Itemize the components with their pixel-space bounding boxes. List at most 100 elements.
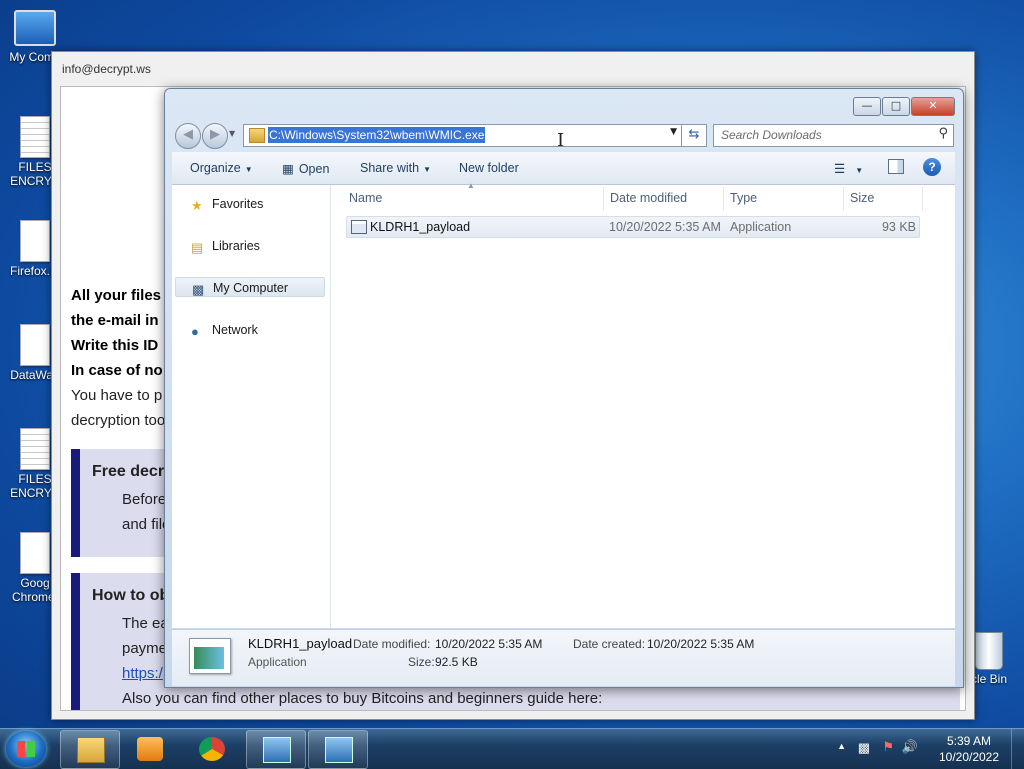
sort-indicator-icon: ▲: [467, 181, 475, 190]
maximize-button[interactable]: □: [882, 97, 910, 116]
close-button[interactable]: ✕: [911, 97, 955, 116]
taskbar-program-button-1[interactable]: [246, 730, 306, 769]
explorer-window: — □ ✕ ◀ ▶ ▼ C:\Windows\System32\wbem\WMI…: [164, 88, 964, 688]
open-button[interactable]: ▦ Open: [282, 161, 329, 176]
text-file-icon: [20, 116, 50, 158]
nav-my-computer[interactable]: ▩ My Computer: [175, 277, 325, 297]
nav-label: My Computer: [213, 281, 289, 295]
bitcoin-link[interactable]: https:/: [122, 665, 163, 682]
back-button[interactable]: ◀: [175, 123, 201, 149]
nav-label: Favorites: [212, 197, 264, 211]
application-thumbnail-icon: [189, 638, 231, 674]
volume-icon[interactable]: 🔊: [902, 739, 918, 755]
address-bar[interactable]: C:\Windows\System32\wbem\WMIC.exe ▼: [243, 124, 682, 147]
new-folder-button[interactable]: New folder: [459, 161, 519, 175]
column-divider[interactable]: [603, 187, 604, 211]
star-icon: ★: [191, 198, 203, 213]
nav-network[interactable]: ● Network: [175, 320, 325, 340]
column-header-date-modified[interactable]: Date modified: [610, 191, 687, 205]
navigation-pane: ★ Favorites ▤ Libraries ▩ My Computer ● Netw…: [172, 185, 331, 628]
address-path[interactable]: C:\Windows\System32\wbem\WMIC.exe: [268, 127, 486, 143]
command-bar: Organize ▼ ▦ Open Share with ▼ New folder ☰…: [172, 152, 955, 185]
forward-button[interactable]: ▶: [202, 123, 228, 149]
share-with-button[interactable]: Share with ▼: [360, 161, 431, 175]
search-input[interactable]: Search Downloads: [721, 128, 822, 142]
note-line: You have to p: [71, 387, 163, 404]
caption-buttons: — □ ✕: [852, 97, 955, 116]
search-icon: ⚲: [938, 126, 948, 141]
details-pane: KLDRH1_payload Application Date modified…: [172, 629, 955, 686]
nav-libraries[interactable]: ▤ Libraries: [175, 236, 325, 256]
chevron-down-icon: ▼: [423, 165, 431, 174]
open-icon: ▦: [282, 162, 294, 176]
explorer-icon: [77, 737, 105, 763]
organize-button[interactable]: Organize ▼: [190, 161, 253, 175]
note-line: All your files: [71, 287, 162, 304]
details-file-name: KLDRH1_payload: [248, 636, 353, 651]
show-desktop-button[interactable]: [1011, 729, 1024, 769]
file-row[interactable]: KLDRH1_payload 10/20/2022 5:35 AM Applic…: [346, 216, 920, 238]
network-icon[interactable]: ▩: [858, 740, 870, 756]
open-label: Open: [298, 162, 330, 176]
show-hidden-icons-icon[interactable]: ▲: [837, 741, 846, 751]
action-center-icon[interactable]: ⚑: [882, 739, 894, 755]
search-box[interactable]: Search Downloads ⚲: [713, 124, 954, 147]
refresh-icon: ⇆: [688, 127, 700, 142]
column-divider[interactable]: [843, 187, 844, 211]
file-size: 93 KB: [881, 220, 916, 234]
chevron-down-icon: ▼: [855, 166, 864, 175]
refresh-button[interactable]: ⇆: [681, 124, 707, 147]
clock-time: 5:39 AM: [946, 734, 992, 748]
taskbar-explorer-button[interactable]: [60, 730, 120, 769]
file-icon: [20, 324, 50, 366]
network-icon: ●: [191, 324, 199, 339]
details-date-modified: 10/20/2022 5:35 AM: [435, 637, 543, 651]
start-button[interactable]: [6, 731, 46, 767]
panel-line: payme: [122, 640, 168, 657]
column-header-size[interactable]: Size: [850, 191, 874, 205]
note-window-title: info@decrypt.ws: [62, 62, 151, 76]
nav-label: Network: [212, 323, 258, 337]
view-options-button[interactable]: ☰ ▼: [834, 161, 863, 176]
details-size: 92.5 KB: [435, 655, 478, 669]
help-icon[interactable]: ?: [923, 158, 941, 176]
details-size-label: Size:: [408, 655, 435, 669]
view-list-icon: ☰: [834, 162, 846, 176]
file-icon: [20, 220, 50, 262]
nav-favorites[interactable]: ★ Favorites: [175, 194, 325, 214]
details-date-created-label: Date created:: [573, 637, 646, 651]
computer-icon: [14, 10, 56, 46]
taskbar: ▲ ▩ ⚑ 🔊 5:39 AM 10/20/2022: [0, 728, 1024, 769]
panel-heading: How to ob: [92, 587, 170, 604]
note-line: the e-mail in: [71, 312, 159, 329]
recycle-bin-icon: [975, 632, 1003, 670]
nav-label: Libraries: [212, 239, 260, 253]
chrome-icon: [199, 737, 225, 761]
column-divider[interactable]: [723, 187, 724, 211]
details-file-type: Application: [248, 655, 307, 669]
preview-pane-button[interactable]: [888, 159, 904, 174]
file-list: ▲ Name Date modified Type Size KLDRH1_pa…: [331, 181, 955, 628]
note-line: Write this ID: [71, 337, 159, 354]
taskbar-chrome-button[interactable]: [182, 730, 242, 769]
panel-line: Also you can find other places to buy Bi…: [122, 690, 603, 707]
taskbar-program-button-2[interactable]: [308, 730, 368, 769]
details-date-created: 10/20/2022 5:35 AM: [647, 637, 755, 651]
program-icon: [325, 737, 353, 763]
clock-date: 10/20/2022: [938, 750, 1000, 764]
column-divider[interactable]: [922, 187, 923, 211]
address-dropdown-icon[interactable]: ▼: [670, 127, 677, 137]
minimize-button[interactable]: —: [853, 97, 881, 116]
share-with-label: Share with: [360, 161, 420, 175]
recent-pages-dropdown[interactable]: ▼: [229, 129, 235, 138]
panel-heading: Free decr: [92, 463, 165, 480]
taskbar-media-player-button[interactable]: [120, 730, 180, 769]
column-header-name[interactable]: Name: [349, 191, 382, 205]
panel-line: Before: [122, 491, 167, 508]
column-header-type[interactable]: Type: [730, 191, 757, 205]
file-date-modified: 10/20/2022 5:35 AM: [609, 220, 721, 234]
clock[interactable]: 5:39 AM 10/20/2022: [934, 733, 1004, 765]
note-line: In case of no: [71, 362, 163, 379]
note-line: decryption too: [71, 412, 166, 429]
file-type: Application: [730, 220, 792, 234]
